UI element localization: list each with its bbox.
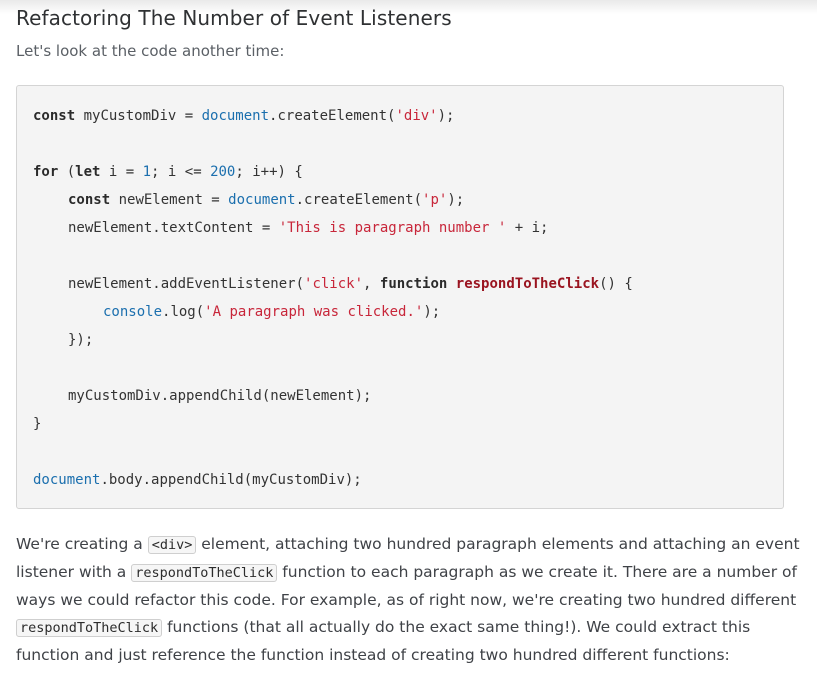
code-text: () { [599,276,633,292]
code-line-7: }); [33,330,93,350]
keyword: const [33,108,76,124]
code-text: newElement = [110,192,229,208]
function-name: respondToTheClick [455,276,600,292]
code-text: .body.appendChild(myCustomDiv); [100,472,362,488]
code-line-9: } [33,414,41,434]
code-text: newElement.addEventListener( [68,276,305,292]
paragraph-text: We're creating a [16,535,148,553]
inline-code: <div> [147,536,197,554]
string-literal: 'A paragraph was clicked.' [204,304,424,320]
code-line-1: const myCustomDiv = document.createEleme… [33,106,454,126]
keyword: const [68,192,111,208]
string-literal: 'click' [304,276,364,292]
builtin-object: document [201,108,270,124]
number-literal: 200 [210,164,236,180]
code-text: }); [68,332,94,348]
code-text: ); [447,192,465,208]
code-line-2: for (let i = 1; i <= 200; i++) { [33,162,303,182]
code-text: ); [423,304,441,320]
section-heading: Refactoring The Number of Event Listener… [16,6,452,30]
builtin-object: document [228,192,296,208]
string-literal: 'div' [395,108,438,124]
code-text: ( [58,164,76,180]
code-text: .createElement( [269,108,396,124]
code-text: myCustomDiv = [75,108,202,124]
string-literal: 'p' [422,192,448,208]
code-text: ; i <= [151,164,211,180]
inline-code: respondToTheClick [16,619,163,637]
keyword: let [75,164,101,180]
number-literal: 1 [142,164,152,180]
intro-text: Let's look at the code another time: [16,42,285,60]
code-line-6: console.log('A paragraph was clicked.'); [33,302,440,322]
code-line-3: const newElement = document.createElemen… [33,190,464,210]
code-text: + i; [506,220,549,236]
builtin-object: document [33,472,101,488]
code-text: ); [437,108,455,124]
code-text: , [363,276,380,292]
code-text: newElement.textContent = [68,220,279,236]
code-text: myCustomDiv.appendChild(newElement); [68,388,372,404]
code-line-5: newElement.addEventListener('click', fun… [33,274,633,294]
code-block: const myCustomDiv = document.createEleme… [16,85,784,509]
code-text: .log( [162,304,205,320]
code-line-8: myCustomDiv.appendChild(newElement); [33,386,371,406]
explanation-paragraph: We're creating a <div> element, attachin… [16,531,801,669]
code-text: .createElement( [295,192,423,208]
string-literal: 'This is paragraph number ' [278,220,507,236]
keyword: function [379,276,448,292]
builtin-object: console [103,304,163,320]
code-line-10: document.body.appendChild(myCustomDiv); [33,470,362,490]
code-text: i = [100,164,143,180]
code-text: ; i++) { [235,164,303,180]
code-line-4: newElement.textContent = 'This is paragr… [33,218,548,238]
code-text: } [33,416,42,432]
keyword: for [33,164,59,180]
inline-code: respondToTheClick [131,564,278,582]
